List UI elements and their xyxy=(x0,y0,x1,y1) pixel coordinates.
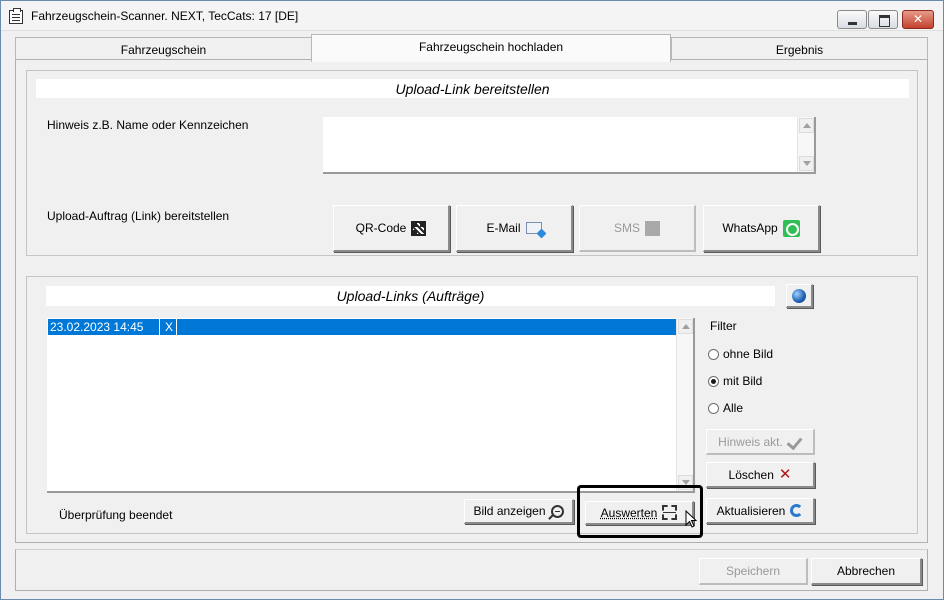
scroll-down-icon[interactable] xyxy=(799,156,814,171)
filter-mit-bild-label: mit Bild xyxy=(723,374,763,388)
provide-label: Upload-Auftrag (Link) bereitstellen xyxy=(47,209,230,223)
refresh-icon xyxy=(790,504,804,517)
whatsapp-icon xyxy=(782,219,800,237)
filter-mit-bild-radio[interactable]: mit Bild xyxy=(708,374,762,388)
show-image-label: Bild anzeigen xyxy=(473,504,546,518)
delete-button[interactable]: Löschen ✕ xyxy=(706,462,815,488)
refresh-label: Aktualisieren xyxy=(716,503,786,518)
upload-links-group: Upload-Links (Aufträge) 23.02.2023 14:45… xyxy=(26,276,918,534)
minimize-button[interactable] xyxy=(837,10,867,29)
scroll-up-icon[interactable] xyxy=(678,319,693,334)
tab-content: Upload-Link bereitstellen Hinweis z.B. N… xyxy=(15,59,928,543)
filter-alle-label: Alle xyxy=(723,401,744,415)
radio-button[interactable] xyxy=(708,375,719,387)
maximize-button[interactable] xyxy=(868,10,898,29)
qr-code-button[interactable]: QR-Code xyxy=(333,205,450,252)
sms-icon xyxy=(645,220,660,236)
globe-icon xyxy=(792,288,806,303)
upload-links-title: Upload-Links (Aufträge) xyxy=(46,286,775,306)
tab-fahrzeugschein-hochladen[interactable]: Fahrzeugschein hochladen xyxy=(311,34,671,62)
mouse-cursor-icon xyxy=(685,510,697,528)
window-title: Fahrzeugschein-Scanner. NEXT, TecCats: 1… xyxy=(31,9,299,23)
radio-button[interactable] xyxy=(708,348,719,360)
hint-field[interactable] xyxy=(323,117,816,174)
mail-icon xyxy=(525,222,542,234)
save-label: Speichern xyxy=(725,564,781,578)
delete-label: Löschen xyxy=(728,467,774,482)
filter-ohne-bild-radio[interactable]: ohne Bild xyxy=(708,347,773,361)
web-button[interactable] xyxy=(786,284,813,308)
cancel-button[interactable]: Abbrechen xyxy=(811,558,922,585)
filter-ohne-bild-label: ohne Bild xyxy=(723,347,774,361)
delete-x-icon: ✕ xyxy=(778,465,792,483)
show-image-button[interactable]: Bild anzeigen xyxy=(464,499,574,524)
sms-button[interactable]: SMS xyxy=(579,205,696,252)
radio-button[interactable] xyxy=(708,402,719,414)
close-button[interactable] xyxy=(902,10,934,29)
tab-ergebnis[interactable]: Ergebnis xyxy=(671,37,928,61)
tab-bar: Fahrzeugschein Fahrzeugschein hochladen … xyxy=(15,34,928,62)
hint-scrollbar[interactable] xyxy=(797,117,814,172)
checkmark-icon xyxy=(788,437,802,447)
clipboard-icon xyxy=(9,8,23,24)
filter-label: Filter xyxy=(710,319,737,333)
hinweis-akt-label: Hinweis akt. xyxy=(718,434,783,449)
whatsapp-button[interactable]: WhatsApp xyxy=(703,205,820,252)
app-window: Fahrzeugschein-Scanner. NEXT, TecCats: 1… xyxy=(0,0,944,600)
upload-link-title: Upload-Link bereitstellen xyxy=(36,79,909,98)
list-item[interactable]: 23.02.2023 14:45 X xyxy=(48,319,676,335)
qr-code-label: QR-Code xyxy=(355,221,407,235)
column-divider xyxy=(176,319,177,335)
save-button[interactable]: Speichern xyxy=(699,558,808,585)
list-scrollbar[interactable] xyxy=(676,318,693,491)
hinweis-akt-button[interactable]: Hinweis akt. xyxy=(706,429,815,455)
cancel-label: Abbrechen xyxy=(836,564,896,578)
upload-links-list[interactable]: 23.02.2023 14:45 X xyxy=(47,318,695,493)
email-button[interactable]: E-Mail xyxy=(456,205,573,252)
magnifier-icon xyxy=(550,504,564,518)
scroll-up-icon[interactable] xyxy=(799,118,814,133)
list-item-flag: X xyxy=(165,320,174,334)
footer-bar: Speichern Abbrechen xyxy=(15,549,928,591)
refresh-button[interactable]: Aktualisieren xyxy=(706,498,815,524)
sms-label: SMS xyxy=(613,221,640,235)
filter-alle-radio[interactable]: Alle xyxy=(708,401,743,415)
list-item-date: 23.02.2023 14:45 xyxy=(50,320,144,334)
column-divider xyxy=(159,319,160,335)
status-text: Überprüfung beendet xyxy=(59,508,173,522)
tab-fahrzeugschein[interactable]: Fahrzeugschein xyxy=(15,37,312,61)
upload-link-group: Upload-Link bereitstellen Hinweis z.B. N… xyxy=(26,70,918,256)
email-label: E-Mail xyxy=(486,221,521,235)
hint-label: Hinweis z.B. Name oder Kennzeichen xyxy=(47,118,249,132)
qr-code-icon xyxy=(411,220,427,236)
whatsapp-label: WhatsApp xyxy=(722,221,778,235)
title-bar: Fahrzeugschein-Scanner. NEXT, TecCats: 1… xyxy=(1,1,943,31)
